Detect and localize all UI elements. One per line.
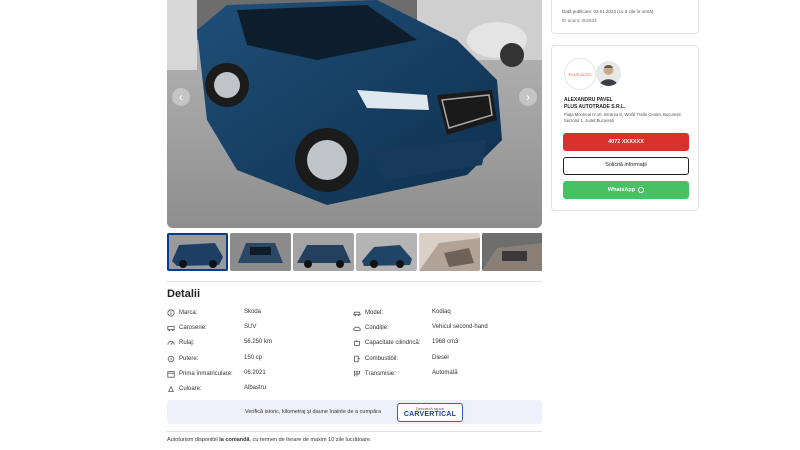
thumbnail[interactable]: [482, 233, 542, 271]
divider: [167, 281, 542, 282]
spec-label: Combustibil:: [365, 356, 399, 362]
thumbnail[interactable]: [230, 233, 291, 271]
spec-value: Vehicul second-hand: [432, 324, 488, 330]
spec-label: Condiție:: [365, 325, 389, 331]
spec-value: Skoda: [244, 309, 262, 315]
spec-label: Caroserie:: [179, 325, 207, 331]
gallery-next-button[interactable]: ›: [519, 88, 537, 106]
spec-transmission: Transmisie:: [353, 370, 396, 378]
carvertical-logo: CARVERTICAL: [403, 411, 457, 418]
show-phone-button[interactable]: 4072 XXXXXX: [563, 133, 689, 151]
listing-page: ‹ › Detalii Marca: Skoda Model: Kodiaq C…: [0, 0, 800, 450]
dealer-name: ALEXANDRU PAVEL: [564, 97, 613, 103]
spec-brand: Marca:: [167, 309, 197, 317]
spec-value: SUV: [244, 324, 257, 330]
spec-value: Automată: [432, 370, 458, 376]
power-icon: [167, 355, 175, 363]
avatar: [596, 61, 621, 86]
chevron-right-icon: ›: [526, 90, 530, 104]
spec-label: Marca:: [179, 310, 198, 316]
spec-label: Rulaj:: [179, 340, 195, 346]
spec-label: Putere:: [179, 356, 199, 362]
listing-id: ID anunț: 302833: [562, 18, 597, 23]
publication-date: Dată publicare: 03.01.2023 (cu 6 zile în…: [562, 9, 654, 14]
whatsapp-button[interactable]: WhatsApp: [563, 181, 689, 199]
thumbnail[interactable]: [167, 233, 228, 271]
whatsapp-label: WhatsApp: [607, 187, 636, 193]
whatsapp-icon: [638, 186, 645, 193]
spec-value: Diesel: [432, 355, 449, 361]
dealer-company: PLUS AUTOTRADE S.R.L.: [564, 104, 626, 110]
delivery-note-bold: la comandă: [219, 437, 250, 443]
details-title: Detalii: [167, 288, 201, 300]
divider: [167, 431, 542, 432]
calendar-icon: [167, 370, 175, 378]
spec-value: 150 cp: [244, 355, 263, 361]
spec-engine-capacity: Capacitate cilindrică:: [353, 339, 420, 347]
thumbnail[interactable]: [419, 233, 480, 271]
publication-card: Dată publicare: 03.01.2023 (cu 6 zile în…: [551, 0, 699, 34]
spec-model: Model:: [353, 309, 383, 317]
thumbnail[interactable]: [293, 233, 354, 271]
spec-label: Prima înmatriculare:: [179, 371, 233, 377]
spec-color: Culoare:: [167, 385, 202, 393]
delivery-note-text: , cu termen de livrare de maxim 10 zile …: [249, 437, 372, 443]
chevron-left-icon: ‹: [179, 90, 183, 104]
transmission-icon: [353, 370, 361, 378]
info-icon: [167, 309, 175, 317]
carvertical-banner: Verifică istoric, kilometraj și daune în…: [167, 400, 542, 424]
carvertical-report-button[interactable]: Descarcă raport CARVERTICAL: [397, 403, 463, 422]
engine-icon: [353, 339, 361, 347]
spec-fuel: Combustibil:: [353, 355, 398, 363]
dealer-logo-text: PLUS AUTO: [568, 72, 592, 77]
delivery-note-text: Autoturism disponibil: [167, 437, 220, 443]
spec-label: Transmisie:: [365, 371, 396, 377]
odometer-icon: [167, 339, 175, 347]
car-body-icon: [167, 324, 175, 332]
spec-condition: Condiție:: [353, 324, 389, 332]
spec-power: Putere:: [167, 355, 198, 363]
fuel-icon: [353, 355, 361, 363]
spec-value: Albastru: [244, 385, 267, 391]
gallery-prev-button[interactable]: ‹: [172, 88, 190, 106]
request-info-button[interactable]: Solicită informații: [563, 157, 689, 175]
spec-label: Model:: [365, 310, 384, 316]
color-icon: [167, 385, 175, 393]
main-car-photo[interactable]: [167, 0, 542, 228]
dealer-card: PLUS AUTO ALEXANDRU PAVEL PLUS AUTOTRADE…: [551, 45, 699, 211]
dealer-address: Piața Montreal nr.10, Intrarea E, World …: [564, 112, 681, 123]
condition-icon: [353, 324, 361, 332]
spec-label: Capacitate cilindrică:: [365, 340, 421, 346]
spec-value: 06.2021: [244, 370, 266, 376]
thumbnail-strip: [167, 233, 542, 271]
thumbnail[interactable]: [356, 233, 417, 271]
dealer-logo[interactable]: PLUS AUTO: [564, 58, 596, 90]
delivery-note: Autoturism disponibil la comandă, cu ter…: [167, 437, 372, 443]
spec-value: 56.250 km: [244, 339, 273, 345]
spec-label: Culoare:: [179, 386, 202, 392]
carvertical-text: Verifică istoric, kilometraj și daune în…: [245, 409, 382, 415]
spec-mileage: Rulaj:: [167, 339, 194, 347]
spec-value: Kodiaq: [432, 309, 451, 315]
car-icon: [353, 309, 361, 317]
spec-value: 1968 cm3: [432, 339, 459, 345]
spec-first-registration: Prima înmatriculare:: [167, 370, 233, 378]
spec-body: Caroserie:: [167, 324, 207, 332]
